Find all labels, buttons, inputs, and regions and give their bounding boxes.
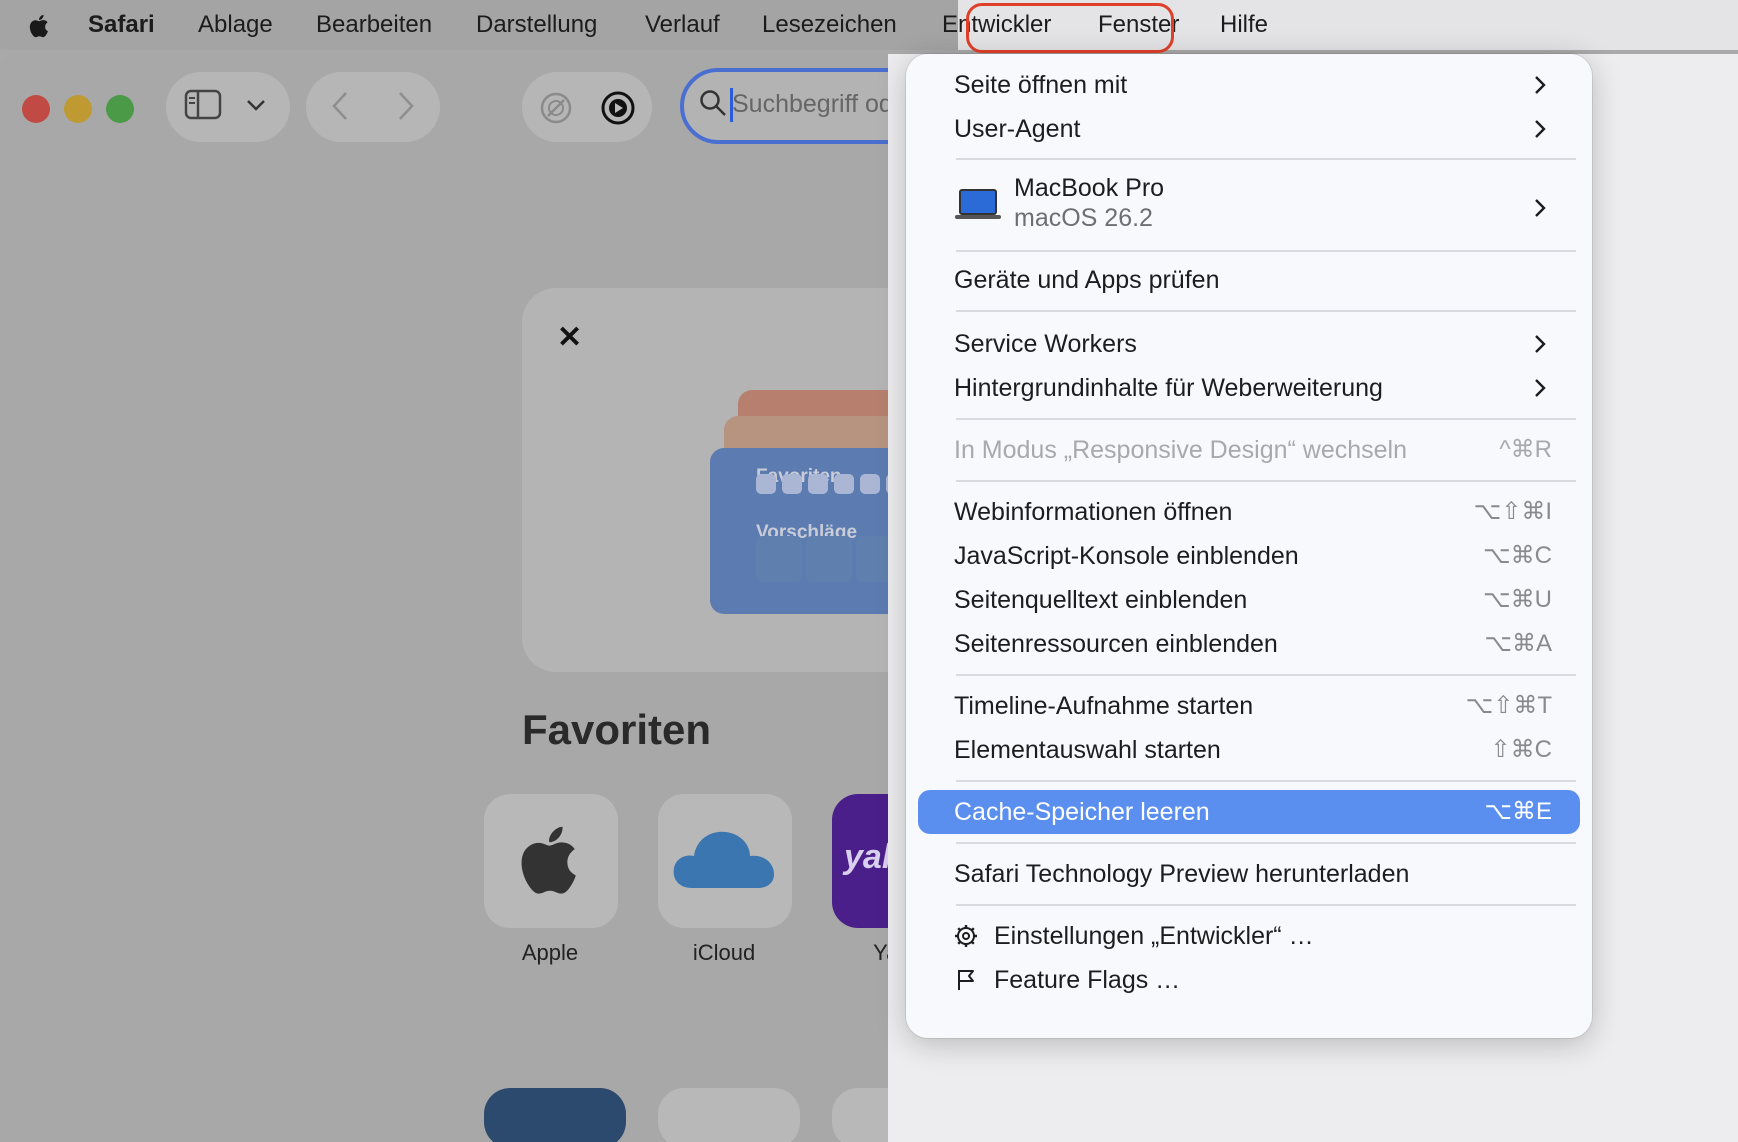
shortcut-label: ⌥⌘A <box>1484 630 1552 657</box>
record-icon[interactable] <box>600 90 636 126</box>
menu-item-hintergrundinhalte[interactable]: Hintergrundinhalte für Weberweiterung <box>918 366 1580 410</box>
menu-verlauf[interactable]: Verlauf <box>645 9 720 41</box>
minimize-window-button[interactable] <box>64 95 92 123</box>
menu-separator <box>956 418 1576 420</box>
menu-app-safari[interactable]: Safari <box>88 9 155 41</box>
laptop-icon <box>955 189 1001 219</box>
shortcut-label: ⌥⌘C <box>1483 542 1552 569</box>
menu-separator <box>956 310 1576 312</box>
menu-separator <box>956 250 1576 252</box>
gear-icon <box>955 925 977 947</box>
shortcut-label: ^⌘R <box>1499 436 1552 463</box>
shortcut-label: ⌥⌘U <box>1483 586 1552 613</box>
search-input[interactable]: Suchbegriff ode <box>732 90 907 119</box>
promo-tile <box>756 536 802 582</box>
shortcut-label: ⌥⌘E <box>1484 798 1552 825</box>
promo-dot <box>834 474 854 494</box>
menu-item-seitenressourcen[interactable]: Seitenressourcen einblenden ⌥⌘A <box>918 622 1580 666</box>
menu-item-service-workers[interactable]: Service Workers <box>918 322 1580 366</box>
icloud-icon <box>673 831 774 888</box>
entwickler-menu: Seite öffnen mit User-Agent MacBook Pro … <box>906 54 1592 1038</box>
close-window-button[interactable] <box>22 95 50 123</box>
flag-icon <box>958 970 974 990</box>
device-os: macOS 26.2 <box>1014 204 1153 232</box>
favorite-apple-label: Apple <box>521 940 579 965</box>
promo-dot <box>808 474 828 494</box>
menu-darstellung[interactable]: Darstellung <box>476 9 597 41</box>
shortcut-label: ⌥⇧⌘T <box>1465 692 1552 719</box>
menu-item-einstellungen-entwickler[interactable]: Einstellungen „Entwickler“ … <box>918 914 1580 958</box>
favorite-tile[interactable] <box>658 1088 800 1142</box>
menu-item-elementauswahl[interactable]: Elementauswahl starten ⇧⌘C <box>918 728 1580 772</box>
promo-dot <box>782 474 802 494</box>
menu-separator <box>956 158 1576 160</box>
apple-logo-icon[interactable] <box>26 12 54 40</box>
promo-dot <box>860 474 880 494</box>
back-icon[interactable] <box>330 90 350 122</box>
favorites-title: Favoriten <box>522 706 712 753</box>
forward-icon[interactable] <box>396 90 416 122</box>
close-icon[interactable]: ✕ <box>557 320 582 355</box>
menu-separator <box>956 480 1576 482</box>
zoom-window-button[interactable] <box>106 95 134 123</box>
shortcut-label: ⇧⌘C <box>1490 736 1552 763</box>
menu-item-safari-technology-preview[interactable]: Safari Technology Preview herunterladen <box>918 852 1580 896</box>
menu-item-user-agent[interactable]: User-Agent <box>918 107 1580 151</box>
menu-bearbeiten[interactable]: Bearbeiten <box>316 9 432 41</box>
device-name: MacBook Pro <box>1014 174 1165 202</box>
blocker-icon[interactable] <box>538 90 574 126</box>
favorite-tile[interactable] <box>484 1088 626 1142</box>
menu-item-device-macbook-pro[interactable]: MacBook Pro macOS 26.2 <box>918 164 1580 250</box>
menu-lesezeichen[interactable]: Lesezeichen <box>762 9 897 41</box>
menu-item-seitenquelltext[interactable]: Seitenquelltext einblenden ⌥⌘U <box>918 578 1580 622</box>
menubar-highlight-area <box>958 0 1738 50</box>
favorite-icloud-label: iCloud <box>692 940 756 965</box>
menu-separator <box>956 842 1576 844</box>
menu-hilfe[interactable]: Hilfe <box>1220 9 1268 41</box>
menu-separator <box>956 674 1576 676</box>
menu-item-webinformationen[interactable]: Webinformationen öffnen ⌥⇧⌘I <box>918 490 1580 534</box>
menu-separator <box>956 780 1576 782</box>
menu-item-timeline-aufnahme[interactable]: Timeline-Aufnahme starten ⌥⇧⌘T <box>918 684 1580 728</box>
sidebar-icon[interactable] <box>184 88 222 122</box>
chevron-down-icon[interactable] <box>246 98 266 112</box>
nav-button-group <box>306 72 440 142</box>
menu-item-feature-flags[interactable]: Feature Flags … <box>918 958 1580 1002</box>
menu-separator <box>956 904 1576 906</box>
safari-window: ✕ Favoriten Vorschläge Favoriten Apple i… <box>0 54 958 1142</box>
menu-ablage[interactable]: Ablage <box>198 9 273 41</box>
apple-logo-icon <box>521 826 576 894</box>
search-icon <box>700 90 726 116</box>
menu-item-cache-speicher-leeren[interactable]: Cache-Speicher leeren ⌥⌘E <box>918 790 1580 834</box>
shortcut-label: ⌥⇧⌘I <box>1473 498 1552 525</box>
menu-item-responsive-design: In Modus „Responsive Design“ wechseln ^⌘… <box>918 428 1580 472</box>
chevron-right-icon <box>1535 199 1546 217</box>
chevron-right-icon <box>1535 120 1546 138</box>
menu-item-seite-oeffnen-mit[interactable]: Seite öffnen mit <box>918 63 1580 107</box>
menu-entwickler[interactable]: Entwickler <box>942 9 1051 41</box>
menu-fenster[interactable]: Fenster <box>1098 9 1179 41</box>
chevron-right-icon <box>1535 335 1546 353</box>
menu-item-geraete-und-apps[interactable]: Geräte und Apps prüfen <box>918 258 1580 302</box>
chevron-right-icon <box>1535 76 1546 94</box>
promo-tile <box>806 536 852 582</box>
chevron-right-icon <box>1535 379 1546 397</box>
menu-bar: Safari Ablage Bearbeiten Darstellung Ver… <box>0 0 1738 50</box>
menu-item-javascript-konsole[interactable]: JavaScript-Konsole einblenden ⌥⌘C <box>918 534 1580 578</box>
promo-dot <box>756 474 776 494</box>
